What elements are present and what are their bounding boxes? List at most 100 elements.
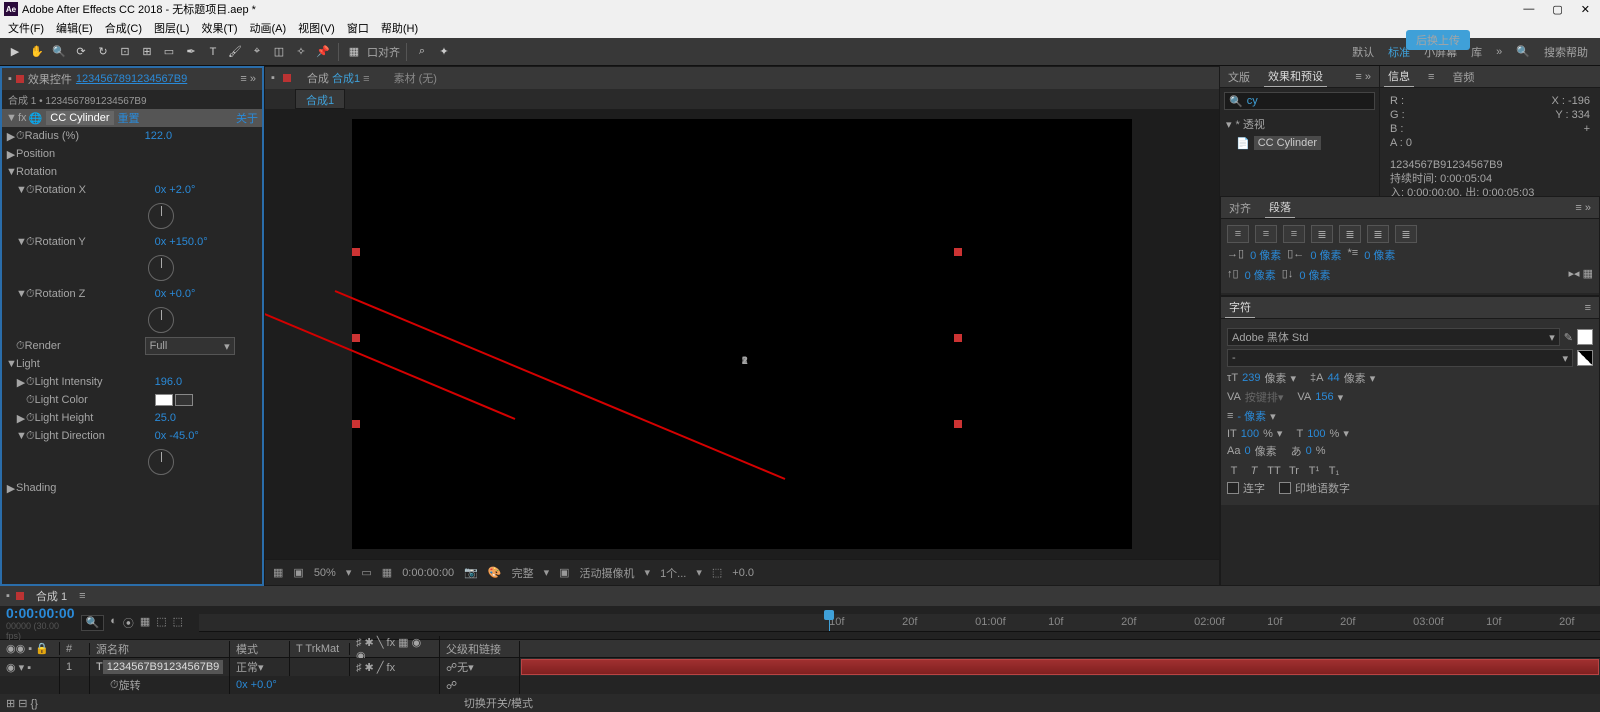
eyedropper-icon[interactable] [175,394,193,406]
hindi-checkbox[interactable]: 印地语数字 [1279,480,1350,496]
rotation-prop-value[interactable]: 0x +0.0° [236,679,277,691]
hand-tool-icon[interactable]: ✋ [28,43,46,61]
stopwatch-icon[interactable]: ⏱ [26,394,35,407]
composition-viewer[interactable]: 91a25318 [265,109,1219,559]
twirl-icon[interactable]: ▼ [6,166,16,178]
snap-icon[interactable]: ▦ [345,43,363,61]
menu-help[interactable]: 帮助(H) [375,20,424,36]
twirl-icon[interactable]: ▼ [6,112,16,124]
about-link[interactable]: 关于 [236,110,258,126]
twirl-icon[interactable]: ▶ [16,412,26,425]
panel-menu-icon[interactable]: ≡ [1581,300,1595,316]
font-size-value[interactable]: 239 [1242,372,1260,384]
menu-view[interactable]: 视图(V) [292,20,341,36]
eraser-tool-icon[interactable]: ◫ [270,43,288,61]
tab-align[interactable]: 对齐 [1225,198,1255,218]
panel-menu-icon[interactable]: ≡ » [1571,200,1595,216]
menu-animation[interactable]: 动画(A) [244,20,293,36]
twirl-icon[interactable]: ▶ [16,376,26,389]
rotz-value[interactable]: 0x +0.0° [155,288,196,300]
preset-search-input[interactable] [1247,95,1389,107]
tab-audio[interactable]: 音频 [1448,67,1478,87]
allcaps-button[interactable]: TT [1267,465,1281,477]
twirl-icon[interactable]: ▼ [16,236,26,248]
light-intensity-value[interactable]: 196.0 [155,376,183,388]
twirl-icon[interactable]: ▶ [6,482,16,495]
panel-dropdown-icon[interactable]: ▪ [271,72,275,84]
stopwatch-icon[interactable]: ⏱ [26,288,35,301]
indent-right-icon[interactable]: ▯← [1287,247,1304,263]
reset-link[interactable]: 重置 [118,110,140,126]
stroke-value[interactable]: - 像素 [1237,408,1266,424]
eyedropper-icon[interactable]: ✎ [1564,331,1573,344]
fill-swatch[interactable] [1577,329,1593,345]
twirl-icon[interactable]: ▶ [6,130,16,143]
panel-dropdown-icon[interactable]: ▪ [8,73,12,85]
light-direction-value[interactable]: 0x -45.0° [155,430,199,442]
timeline-layer-row[interactable]: ◉ ▾ ▪ 1 T 1234567B91234567B9 正常 ▾ ♯ ✱ ╱ … [0,658,1600,676]
font-family-dropdown[interactable]: Adobe 黑体 Std▾ [1227,328,1560,346]
quality-dropdown[interactable]: 完整 [512,565,534,581]
stopwatch-icon[interactable]: ⏱ [26,412,35,425]
render-dropdown[interactable]: Full▾ [145,337,235,355]
panel-menu-icon[interactable]: ≡ » [240,73,256,85]
justify-last-center-icon[interactable]: ≣ [1339,225,1361,243]
stopwatch-icon[interactable]: ⏱ [16,130,25,143]
canvas[interactable]: 91a25318 [352,119,1132,549]
panel-menu-icon[interactable]: ≡ [79,590,85,602]
menu-composition[interactable]: 合成(C) [99,20,148,36]
3d-icon[interactable]: ⬚ [156,615,166,631]
paragraph-more-icon[interactable]: ▸◂ ▦ [1569,267,1594,283]
motion-blur-icon[interactable]: ⦿ [123,615,134,631]
col-parent[interactable]: 父级和链接 [440,641,520,657]
grid-toggle-icon[interactable]: ▣ [293,566,303,579]
col-trkmat[interactable]: T TrkMat [290,643,350,655]
workspace-more-icon[interactable]: » [1496,46,1502,58]
justify-last-left-icon[interactable]: ≣ [1311,225,1333,243]
graph-editor-icon[interactable]: ⬚ [173,615,183,631]
color-icon[interactable]: 🎨 [488,566,502,579]
justify-last-right-icon[interactable]: ≣ [1367,225,1389,243]
brush-tool-icon[interactable]: 🖌 [226,43,244,61]
pen-tool-icon[interactable]: ✒ [182,43,200,61]
orbit-tool-icon[interactable]: ⟳ [72,43,90,61]
shape-tool-icon[interactable]: ▭ [160,43,178,61]
rotation-dial[interactable] [148,307,174,333]
color-swatch[interactable] [155,394,173,406]
layer-search[interactable]: 🔍 [81,615,105,631]
twirl-icon[interactable]: ▼ [6,358,16,370]
maximize-button[interactable]: ▢ [1552,3,1562,16]
preset-search[interactable]: 🔍 ✕ [1224,92,1375,110]
rotation-dial[interactable] [148,449,174,475]
layer-track[interactable] [520,658,1600,676]
channel-icon[interactable]: ▦ [382,566,392,579]
wand-icon[interactable]: ✦ [435,43,453,61]
av-column-icons[interactable]: ◉◉ ▪ 🔒 [0,642,60,655]
views-dropdown[interactable]: 1个... [660,565,686,581]
toggle-switches-icon[interactable]: ⊞ ⊟ {} [6,697,38,710]
tab-info[interactable]: 信息 [1384,66,1414,87]
light-height-value[interactable]: 25.0 [155,412,176,424]
baseline-value[interactable]: 0 [1244,445,1250,457]
tracking-value[interactable]: 156 [1315,391,1333,403]
stopwatch-icon[interactable]: ⏱ [16,340,25,353]
search-help[interactable]: 搜索帮助 [1544,44,1588,60]
tab-library[interactable]: 文版 [1224,67,1254,87]
indent-first-icon[interactable]: *≡ [1348,247,1359,263]
bold-button[interactable]: T [1227,465,1241,477]
menu-file[interactable]: 文件(F) [2,20,50,36]
snapshot-icon[interactable]: 📷 [464,566,478,579]
time-cursor[interactable] [829,614,830,631]
twirl-icon[interactable]: ▼ [16,288,26,300]
resolution-icon[interactable]: ▭ [361,566,371,579]
workspace-default[interactable]: 默认 [1352,44,1374,60]
current-timecode[interactable]: 0:00:00:00 [6,605,75,621]
twirl-icon[interactable]: ▶ [6,148,16,161]
rotation-dial[interactable] [148,255,174,281]
space-after-icon[interactable]: ▯↓ [1282,267,1294,283]
stopwatch-icon[interactable]: ⏱ [26,236,35,249]
minimize-button[interactable]: — [1523,3,1534,16]
search-icon[interactable]: ⌕ [413,43,431,61]
puppet-tool-icon[interactable]: 📌 [314,43,332,61]
zoom-tool-icon[interactable]: 🔍 [50,43,68,61]
